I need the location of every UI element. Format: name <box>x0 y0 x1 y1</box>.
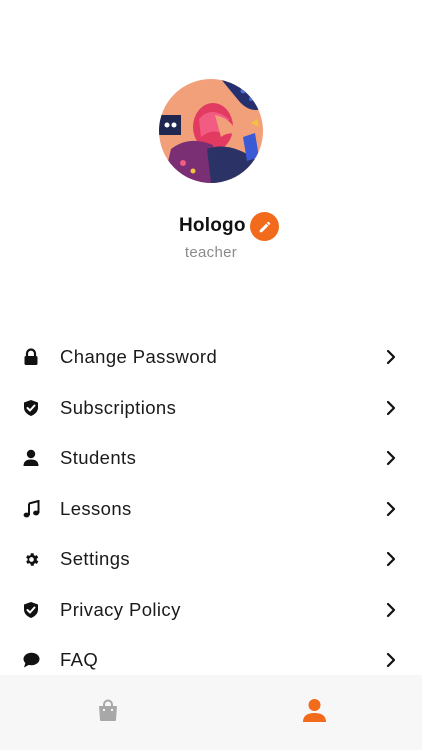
menu-item-change-password[interactable]: Change Password <box>0 332 422 383</box>
chevron-right-icon <box>384 550 398 568</box>
edit-profile-button[interactable] <box>250 212 279 241</box>
shield-check-icon <box>21 600 41 620</box>
user-icon <box>302 698 326 722</box>
settings-menu: Change Password Subscriptions Students L… <box>0 332 422 686</box>
profile-role: teacher <box>184 244 238 261</box>
avatar[interactable] <box>159 79 263 183</box>
menu-item-students[interactable]: Students <box>0 433 422 484</box>
chevron-right-icon <box>384 601 398 619</box>
shopping-bag-icon <box>99 699 117 721</box>
menu-item-label: Students <box>60 447 137 469</box>
menu-item-label: Lessons <box>60 497 132 519</box>
gear-icon <box>21 549 41 569</box>
chevron-right-icon <box>384 449 398 467</box>
menu-item-lessons[interactable]: Lessons <box>0 484 422 535</box>
profile-header: Hologo teacher <box>0 0 422 300</box>
menu-item-subscriptions[interactable]: Subscriptions <box>0 383 422 434</box>
menu-item-label: FAQ <box>60 649 99 671</box>
menu-item-label: Subscriptions <box>60 396 177 418</box>
profile-name: Hologo <box>179 215 246 236</box>
menu-item-privacy-policy[interactable]: Privacy Policy <box>0 585 422 636</box>
chevron-right-icon <box>384 348 398 366</box>
menu-item-label: Privacy Policy <box>60 598 181 620</box>
menu-item-label: Change Password <box>60 346 218 368</box>
tab-shop[interactable] <box>78 675 138 745</box>
tab-bar <box>0 675 422 750</box>
music-note-icon <box>21 499 41 519</box>
menu-item-settings[interactable]: Settings <box>0 534 422 585</box>
chat-bubble-icon <box>21 650 41 670</box>
user-icon <box>21 448 41 468</box>
pencil-icon <box>259 221 270 232</box>
tab-profile[interactable] <box>284 675 344 745</box>
profile-name-row: Hologo <box>0 210 422 242</box>
chevron-right-icon <box>384 651 398 669</box>
chevron-right-icon <box>384 500 398 518</box>
menu-item-label: Settings <box>60 548 131 570</box>
shield-check-icon <box>21 398 41 418</box>
avatar-illustration-icon <box>159 79 263 183</box>
chevron-right-icon <box>384 399 398 417</box>
lock-icon <box>21 347 41 367</box>
